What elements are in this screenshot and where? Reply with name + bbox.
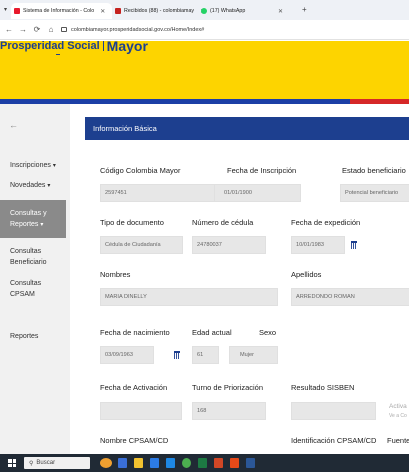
fecha-nacimiento-field[interactable]: 03/09/1963 bbox=[100, 346, 154, 364]
sidebar-collapse-arrow-icon[interactable]: ← bbox=[9, 120, 18, 130]
sidebar-item-label: Consultas y Reportes ▾ bbox=[10, 209, 47, 228]
logo-divider bbox=[102, 41, 104, 51]
tab-label: (17) WhatsApp bbox=[210, 8, 246, 14]
sidebar: ← Inscripciones ▾ Novedades ▾ Consultas … bbox=[0, 104, 70, 454]
site-header: Prosperidad Social Mayor bbox=[0, 41, 409, 99]
numero-cedula-label: Número de cédula bbox=[192, 218, 254, 227]
logo-brand-main: Mayor bbox=[106, 41, 148, 54]
turno-field[interactable]: 168 bbox=[192, 402, 266, 420]
mail-icon[interactable] bbox=[166, 458, 175, 468]
codigo-label: Código Colombia Mayor bbox=[100, 166, 181, 175]
fuente-label: Fuente bbox=[387, 436, 409, 445]
sidebar-item-novedades[interactable]: Novedades ▾ bbox=[0, 180, 66, 192]
search-icon: ⚲ bbox=[29, 460, 34, 467]
tipo-documento-field[interactable]: Cédula de Ciudadanía bbox=[100, 236, 183, 254]
fecha-expedicion-field[interactable]: 10/01/1983 bbox=[291, 236, 345, 254]
gmail-icon bbox=[115, 8, 121, 14]
reload-button[interactable]: ⟳ bbox=[33, 25, 41, 34]
fecha-inscripcion-label: Fecha de Inscripción bbox=[227, 166, 297, 175]
fecha-activacion-field[interactable] bbox=[100, 402, 182, 420]
sisben-label: Resultado SISBEN bbox=[291, 383, 355, 392]
activate-windows-watermark: Activa Ve a Co bbox=[389, 403, 407, 419]
fecha-inscripcion-field[interactable]: 01/01/1900 bbox=[214, 184, 301, 202]
sidebar-item-consultas-reportes[interactable]: Consultas y Reportes ▾ bbox=[0, 200, 66, 238]
chrome-icon[interactable] bbox=[182, 458, 191, 468]
caret-down-icon: ▾ bbox=[40, 221, 44, 228]
identificacion-cpsam-label: Identificación CPSAM/CD bbox=[291, 436, 377, 445]
site-info-icon[interactable] bbox=[61, 27, 67, 32]
browser-address-bar: ← → ⟳ ⌂ colombiamayor.prosperidadsocial.… bbox=[0, 20, 409, 40]
apellidos-field[interactable]: ARREDONDO ROMAN bbox=[291, 288, 409, 306]
forward-button[interactable]: → bbox=[19, 25, 27, 34]
estado-label: Estado beneficiario bbox=[342, 166, 406, 175]
sidebar-subitem-consultas-beneficiario[interactable]: Consultas Beneficiario bbox=[0, 246, 60, 268]
caret-down-icon: ▾ bbox=[52, 163, 56, 169]
fecha-expedicion-label: Fecha de expedición bbox=[291, 218, 361, 227]
sidebar-subitem-consultas-cpsam[interactable]: Consultas CPSAM bbox=[0, 278, 56, 300]
search-placeholder: Buscar bbox=[36, 460, 56, 466]
calendar-icon[interactable] bbox=[351, 241, 357, 249]
tab-label: Recibidos (88) - colombiamay bbox=[124, 8, 195, 14]
close-icon[interactable]: ✕ bbox=[100, 8, 105, 15]
site-logo[interactable]: Prosperidad Social Mayor bbox=[0, 41, 148, 61]
nombres-label: Nombres bbox=[100, 270, 131, 279]
sisben-field[interactable] bbox=[291, 402, 376, 420]
calendar-icon[interactable] bbox=[174, 351, 180, 359]
nombre-cpsam-label: Nombre CPSAM/CD bbox=[100, 436, 169, 445]
panel-title: Información Básica bbox=[93, 124, 157, 133]
powerpoint-icon[interactable] bbox=[214, 458, 223, 468]
back-button[interactable]: ← bbox=[5, 25, 13, 34]
sexo-label: Sexo bbox=[259, 328, 277, 337]
sidebar-item-inscripciones[interactable]: Inscripciones ▾ bbox=[0, 160, 66, 172]
numero-cedula-field[interactable]: 24780037 bbox=[192, 236, 266, 254]
nombres-field[interactable]: MARIA DINELLY bbox=[100, 288, 278, 306]
turno-label: Turno de Priorización bbox=[192, 383, 264, 392]
panel-title-bar: Información Básica bbox=[85, 117, 409, 140]
new-tab-button[interactable]: + bbox=[302, 5, 307, 14]
task-view-icon[interactable] bbox=[118, 458, 127, 468]
tab-gmail[interactable]: Recibidos (88) - colombiamay ✕ bbox=[112, 3, 212, 19]
caret-down-icon: ▾ bbox=[47, 183, 51, 189]
url-field[interactable]: colombiamayor.prosperidadsocial.gov.co/H… bbox=[61, 27, 204, 33]
edad-field[interactable]: 61 bbox=[192, 346, 219, 364]
basic-info-form: Código Colombia Mayor 2597451 Fecha de I… bbox=[85, 140, 409, 454]
weather-icon[interactable] bbox=[100, 458, 112, 468]
tab-whatsapp[interactable]: (17) WhatsApp ✕ bbox=[198, 3, 296, 19]
taskbar-search-input[interactable]: ⚲ Buscar bbox=[24, 457, 90, 469]
sidebar-item-label: Inscripciones bbox=[10, 162, 51, 169]
url-text: colombiamayor.prosperidadsocial.gov.co/H… bbox=[71, 26, 205, 33]
close-icon[interactable]: ✕ bbox=[278, 8, 283, 15]
file-explorer-icon[interactable] bbox=[134, 458, 143, 468]
logo-brand-sub: Prosperidad Social bbox=[0, 41, 100, 52]
sidebar-subitem-reportes[interactable]: Reportes bbox=[0, 331, 66, 342]
fecha-activacion-label: Fecha de Activación bbox=[100, 383, 168, 392]
browser-tab-bar: ▾ Sistema de Información - Colo ✕ Recibi… bbox=[0, 0, 409, 20]
excel-icon[interactable] bbox=[198, 458, 207, 468]
tab-sistema-informacion[interactable]: Sistema de Información - Colo ✕ bbox=[11, 3, 112, 19]
sidebar-item-label: Novedades bbox=[10, 182, 46, 189]
whatsapp-icon bbox=[201, 8, 207, 14]
apellidos-label: Apellidos bbox=[291, 270, 322, 279]
windows-start-icon[interactable] bbox=[8, 459, 16, 467]
home-button[interactable]: ⌂ bbox=[47, 25, 55, 34]
estado-field[interactable]: Potencial beneficiario bbox=[340, 184, 409, 202]
tipo-documento-label: Tipo de documento bbox=[100, 218, 164, 227]
windows-taskbar: ⚲ Buscar bbox=[0, 454, 409, 472]
logo-dash bbox=[56, 54, 60, 55]
photos-icon[interactable] bbox=[230, 458, 239, 468]
tab-favicon-icon bbox=[14, 8, 20, 14]
store-icon[interactable] bbox=[150, 458, 159, 468]
tab-label: Sistema de Información - Colo bbox=[23, 8, 95, 14]
edad-label: Edad actual bbox=[192, 328, 232, 337]
tab-list-dropdown[interactable]: ▾ bbox=[4, 6, 7, 13]
fecha-nacimiento-label: Fecha de nacimiento bbox=[100, 328, 170, 337]
sexo-field[interactable]: Mujer bbox=[229, 346, 278, 364]
word-icon[interactable] bbox=[246, 458, 255, 468]
